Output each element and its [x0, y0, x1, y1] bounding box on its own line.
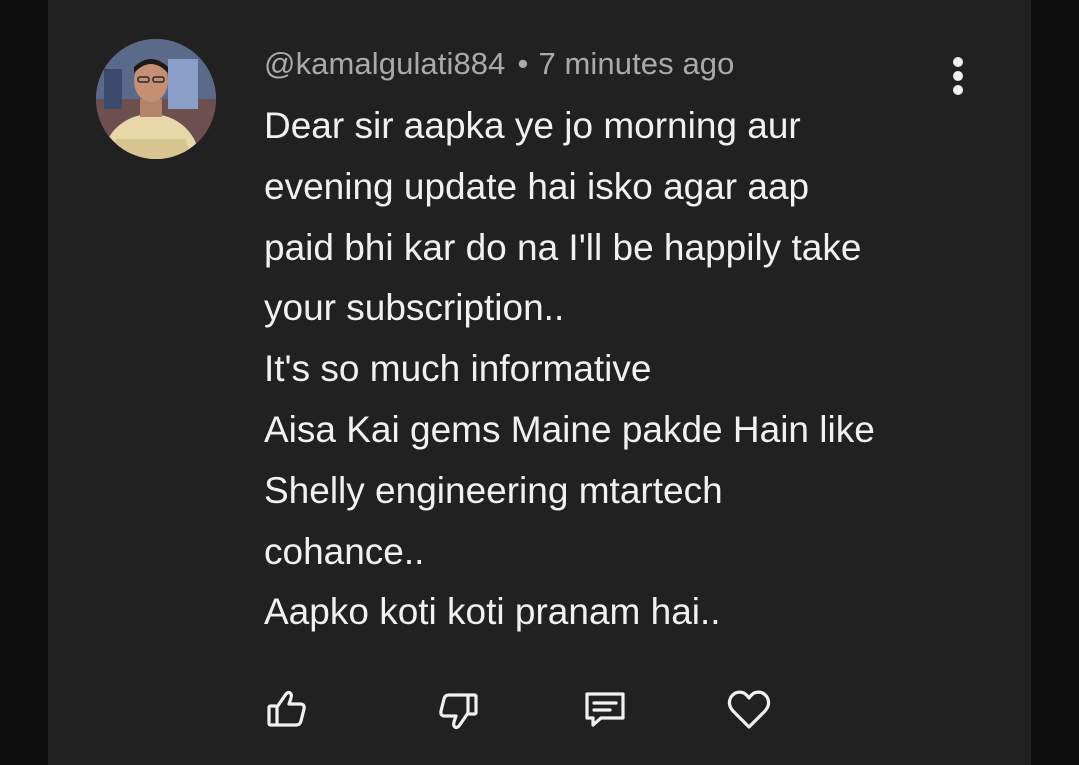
heart-button[interactable] [723, 684, 775, 736]
more-dot [953, 85, 963, 95]
comment-line: cohance.. [264, 530, 425, 572]
comment-line: your subscription.. [264, 287, 565, 329]
reply-button[interactable] [579, 684, 631, 736]
comment-line: It's so much informative [264, 348, 652, 390]
heart-icon [727, 690, 771, 729]
comment-meta: @kamalgulati884 • 7 minutes ago [264, 46, 735, 82]
thumbs-up-icon [267, 690, 306, 727]
thumbs-down-icon [439, 693, 478, 730]
comment-line: Aisa Kai gems Maine pakde Hain like [264, 408, 875, 450]
username-link[interactable]: @kamalgulati884 [264, 46, 506, 81]
dislike-button[interactable] [431, 684, 483, 736]
more-dot [953, 57, 963, 67]
comment-line: Shelly engineering mtartech [264, 469, 723, 511]
more-dot [953, 71, 963, 81]
comment-text: Dear sir aapka ye jo morning aur evening… [264, 96, 984, 643]
comment-line: Dear sir aapka ye jo morning aur [264, 105, 801, 146]
comment-line: Aapko koti koti pranam hai.. [264, 591, 721, 633]
timestamp[interactable]: 7 minutes ago [538, 46, 734, 81]
like-button[interactable] [262, 684, 314, 736]
more-vertical-icon[interactable] [938, 54, 978, 98]
comment-icon [585, 692, 625, 727]
comment-card: @kamalgulati884 • 7 minutes ago Dear sir a… [48, 0, 1031, 765]
comment-line: paid bhi kar do na I'll be happily take [264, 226, 862, 268]
app-frame: @kamalgulati884 • 7 minutes ago Dear sir a… [0, 0, 1079, 765]
meta-separator: • [517, 46, 529, 81]
comment-line: evening update hai isko agar aap [264, 165, 810, 207]
avatar[interactable] [96, 39, 216, 159]
